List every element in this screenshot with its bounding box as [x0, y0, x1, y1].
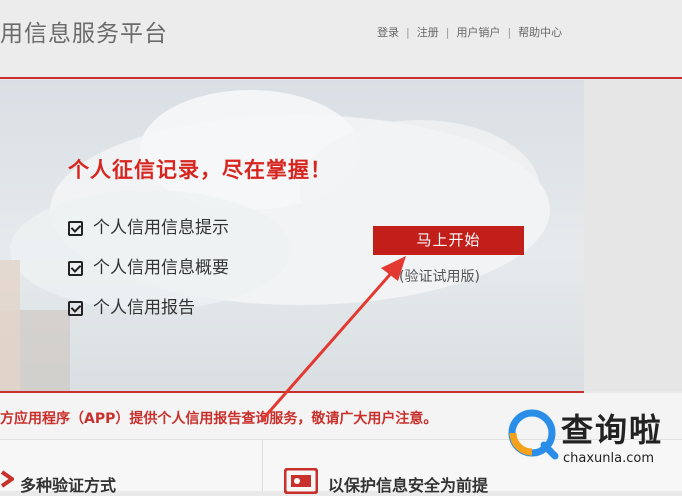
watermark-url: chaxunla.com — [563, 451, 654, 466]
feature-item: 个人信用信息概要 — [68, 253, 229, 278]
top-nav: 登录 | 注册 | 用户销户 | 帮助中心 — [377, 24, 562, 40]
feature-title: 多种验证方式 — [20, 476, 117, 495]
header: 用信息服务平台 登录 | 注册 | 用户销户 | 帮助中心 — [0, 0, 682, 78]
column-divider — [262, 440, 263, 491]
checkbox-icon — [68, 221, 83, 236]
hero-banner: 个人征信记录，尽在掌握！ 个人信用信息提示 个人信用信息概要 个人信用报告 马上… — [0, 80, 584, 391]
security-icon — [284, 468, 318, 494]
checkbox-icon — [68, 261, 83, 276]
right-panel — [584, 80, 682, 391]
notice-text: 方应用程序（APP）提供个人信用报告查询服务，敬请广大用户注意。 — [0, 411, 438, 427]
feature-label: 个人信用信息概要 — [93, 258, 229, 278]
cancel-account-link[interactable]: 用户销户 — [456, 26, 500, 39]
feature-label: 个人信用信息提示 — [93, 218, 229, 238]
site-title: 用信息服务平台 — [0, 21, 168, 47]
verification-icon — [0, 470, 14, 488]
nav-separator: | — [445, 26, 450, 39]
start-button[interactable]: 马上开始 — [373, 226, 524, 255]
watermark-name: 查询啦 — [561, 411, 664, 449]
feature-title: 以保护信息安全为前提 — [328, 476, 489, 495]
feature-item: 个人信用报告 — [68, 293, 195, 318]
trial-version-label: (验证试用版) — [399, 269, 480, 285]
magnifier-logo-icon — [508, 409, 559, 460]
nav-separator: | — [406, 26, 410, 39]
help-center-link[interactable]: 帮助中心 — [518, 26, 562, 39]
watermark: 查询啦 chaxunla.com — [503, 403, 675, 471]
feature-label: 个人信用报告 — [93, 298, 195, 318]
feature-item: 个人信用信息提示 — [68, 213, 229, 238]
register-link[interactable]: 注册 — [417, 26, 439, 39]
checkbox-icon — [68, 301, 83, 316]
header-divider — [0, 77, 682, 79]
login-link[interactable]: 登录 — [377, 26, 399, 39]
banner-headline: 个人征信记录，尽在掌握！ — [68, 158, 332, 182]
nav-separator: | — [507, 26, 512, 39]
